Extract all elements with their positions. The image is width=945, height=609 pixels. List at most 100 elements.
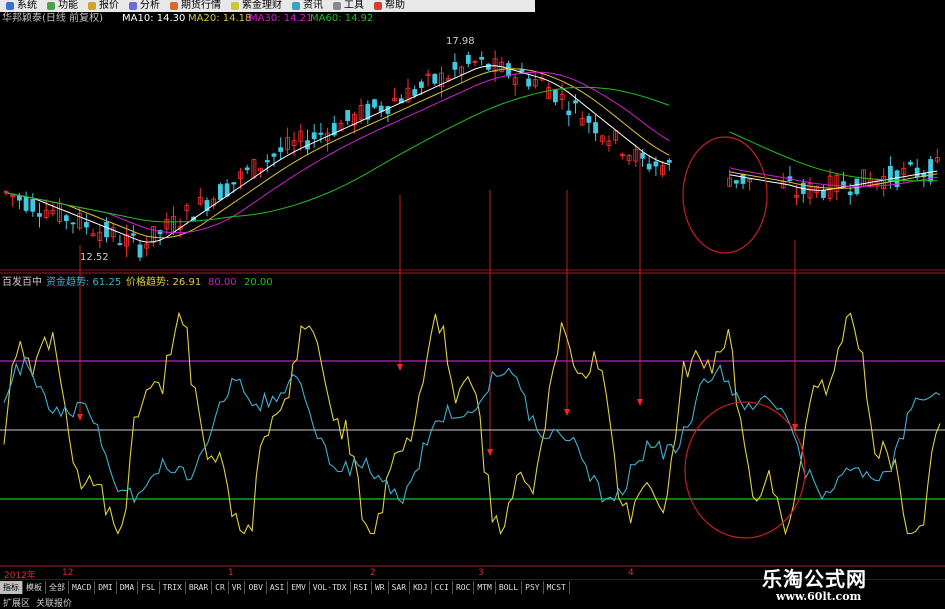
tab-dmi[interactable]: DMI <box>95 581 117 594</box>
candle-body <box>264 160 270 163</box>
candle-body <box>412 89 418 96</box>
ma20-line <box>5 68 938 239</box>
candle-body <box>593 122 598 134</box>
candle-body <box>345 110 351 122</box>
tab-roc[interactable]: ROC <box>453 581 475 594</box>
tab-全部[interactable]: 全部 <box>46 581 69 594</box>
ma10-line <box>5 65 938 243</box>
ma60-line <box>5 86 938 223</box>
candle-body <box>318 132 324 135</box>
signal-arrow-icon <box>487 449 493 456</box>
candle-body <box>566 110 572 116</box>
candle-body <box>23 196 29 211</box>
status-tab-1[interactable]: 关联报价 <box>33 596 75 609</box>
tab-wr[interactable]: WR <box>372 581 389 594</box>
time-axis-label: 12 <box>62 568 74 578</box>
highlight-circle-bottom <box>684 401 806 539</box>
time-axis-label: 4 <box>628 568 634 578</box>
highlight-circle-top <box>682 136 768 254</box>
candle-body <box>30 199 36 212</box>
tab-vol-tdx[interactable]: VOL-TDX <box>310 581 351 594</box>
status-tab-0[interactable]: 扩展区 <box>0 596 33 609</box>
tab-mcst[interactable]: MCST <box>544 581 570 594</box>
level-20-label: 20.00 <box>244 277 273 288</box>
candle-body <box>271 153 277 157</box>
tab-模板[interactable]: 模板 <box>23 581 46 594</box>
candle-body <box>117 243 123 245</box>
tab-asi[interactable]: ASI <box>267 581 289 594</box>
tab-psy[interactable]: PSY <box>522 581 544 594</box>
candle-body <box>217 184 223 200</box>
price-trend-line <box>3 311 941 536</box>
fund-trend-label: 资金趋势: 61.25 <box>46 277 122 288</box>
candle-body <box>646 163 652 170</box>
ma30-label: MA30: 14.21 <box>249 13 313 24</box>
candle-body <box>733 180 739 184</box>
candle-body <box>16 195 22 201</box>
candle-body <box>418 81 424 88</box>
candle-body <box>485 63 491 70</box>
tab-obv[interactable]: OBV <box>245 581 267 594</box>
tab-macd[interactable]: MACD <box>69 581 96 594</box>
time-axis-label: 2012年 <box>4 571 36 581</box>
ma60-label: MA60: 14.92 <box>310 13 374 24</box>
tab-brar[interactable]: BRAR <box>186 581 213 594</box>
candle-body <box>640 152 645 159</box>
candle-body <box>63 215 69 222</box>
candle-body <box>553 89 558 103</box>
candle-body <box>130 233 136 236</box>
tab-emv[interactable]: EMV <box>288 581 310 594</box>
high-price-label: 17.98 <box>446 36 475 47</box>
ma20-label: MA20: 14.18 <box>188 13 252 24</box>
candle-body <box>378 105 384 112</box>
candle-body <box>573 100 578 104</box>
low-price-label: 12.52 <box>80 252 109 263</box>
tab-trix[interactable]: TRIX <box>160 581 186 594</box>
candle-body <box>372 99 377 108</box>
candle-body <box>231 182 237 185</box>
indicator-name-label: 百发百中 <box>2 277 42 288</box>
tab-sar[interactable]: SAR <box>389 581 411 594</box>
ma30-line <box>5 71 938 234</box>
candle-body <box>37 213 42 217</box>
candle-body <box>432 73 438 84</box>
stock-name-label: 华邦颖泰(日线 前复权) <box>2 13 103 24</box>
time-axis-label: 3 <box>478 568 484 578</box>
candle-body <box>452 62 458 70</box>
level-80-label: 80.00 <box>208 277 237 288</box>
candle-body <box>84 222 89 228</box>
watermark-url: www.60lt.com <box>776 590 862 603</box>
candle-body <box>244 167 250 171</box>
signal-arrow-icon <box>397 364 403 371</box>
candle-body <box>666 159 672 163</box>
tab-rsi[interactable]: RSI <box>351 581 372 594</box>
fund-trend-line <box>3 356 941 505</box>
candle-body <box>104 221 109 238</box>
tab-boll[interactable]: BOLL <box>496 581 523 594</box>
watermark-title: 乐淘公式网 <box>762 567 867 591</box>
chart-canvas <box>0 50 945 580</box>
candle-body <box>311 132 317 140</box>
tab-vr[interactable]: VR <box>229 581 246 594</box>
candle-body <box>465 54 471 64</box>
signal-arrow-icon <box>77 414 83 421</box>
candle-body <box>506 63 511 77</box>
signal-arrow-icon <box>564 409 570 416</box>
tab-kdj[interactable]: KDJ <box>410 581 432 594</box>
price-trend-label: 价格趋势: 26.91 <box>126 277 202 288</box>
candle-body <box>821 190 826 198</box>
tab-fsl[interactable]: FSL <box>138 581 160 594</box>
signal-arrow-icon <box>637 399 643 406</box>
tab-cr[interactable]: CR <box>212 581 229 594</box>
tab-dma[interactable]: DMA <box>117 581 139 594</box>
candle-body <box>908 162 913 165</box>
candle-body <box>526 78 531 87</box>
candle-body <box>137 244 143 258</box>
candle-body <box>740 173 746 184</box>
candle-body <box>586 116 592 123</box>
time-axis-label: 1 <box>228 568 234 578</box>
tab-mtm[interactable]: MTM <box>474 581 496 594</box>
tab-cci[interactable]: CCI <box>432 581 453 594</box>
candle-body <box>653 161 659 167</box>
tab-指标[interactable]: 指标 <box>0 581 23 594</box>
